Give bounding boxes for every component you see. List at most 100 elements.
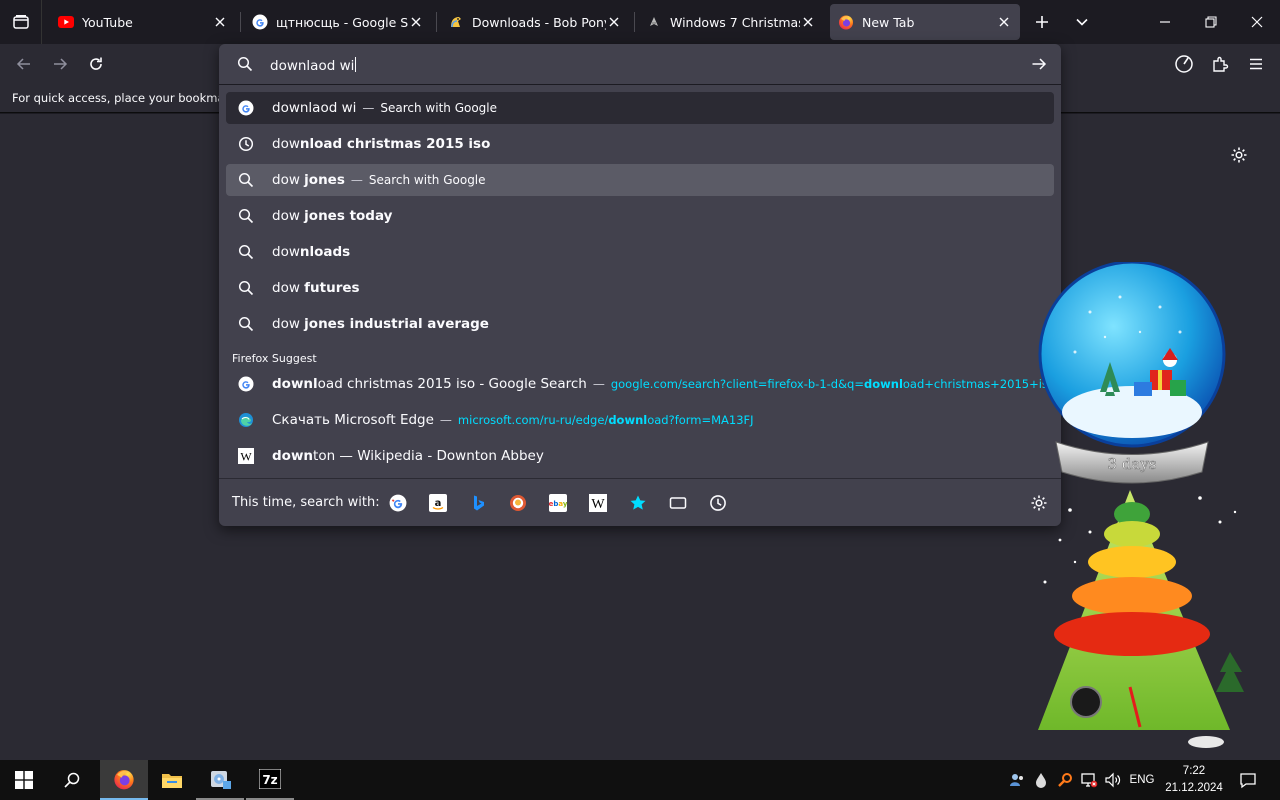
suggestion-row[interactable]: dow futures xyxy=(226,272,1054,304)
search-button[interactable] xyxy=(48,760,96,800)
start-button[interactable] xyxy=(0,760,48,800)
action-center-button[interactable] xyxy=(1232,760,1264,800)
ebay-icon[interactable]: ebay xyxy=(548,493,568,513)
tab-title: New Tab xyxy=(862,14,915,30)
tab-new-tab[interactable]: New Tab xyxy=(830,4,1020,40)
minimize-button[interactable] xyxy=(1149,6,1181,38)
history-icon[interactable] xyxy=(708,493,728,513)
suggest-item[interactable]: Скачать Microsoft Edge — microsoft.com/r… xyxy=(226,404,1054,436)
search-icon xyxy=(237,56,253,76)
tab-title: Windows 7 Christmas Edition xyxy=(670,14,800,30)
firefox-suggest-label: Firefox Suggest xyxy=(232,352,317,365)
suggestion-row[interactable]: download christmas 2015 iso xyxy=(226,128,1054,160)
taskbar-7zip[interactable]: 7z xyxy=(246,760,294,800)
search-icon xyxy=(237,171,255,189)
bobpony-icon xyxy=(448,14,464,30)
close-tab-icon[interactable] xyxy=(408,14,424,30)
tray-network-users-icon[interactable] xyxy=(1006,760,1028,800)
suggestion-row[interactable]: downloads xyxy=(226,236,1054,268)
suggestion-row[interactable]: dow jones today xyxy=(226,200,1054,232)
svg-text:a: a xyxy=(435,498,442,509)
duckduckgo-icon[interactable] xyxy=(508,493,528,513)
firefox-icon xyxy=(838,14,854,30)
tab-strip: YouTube щтнюсщь - Google Search Download… xyxy=(0,0,1280,44)
tab-downloads-bob-pony[interactable]: Downloads - Bob Pony xyxy=(440,4,630,40)
amazon-icon[interactable]: a xyxy=(428,493,448,513)
one-off-label: This time, search with: xyxy=(232,495,380,510)
forward-button[interactable] xyxy=(44,48,76,80)
reload-button[interactable] xyxy=(80,48,112,80)
back-button[interactable] xyxy=(8,48,40,80)
search-icon xyxy=(237,315,255,333)
wikipedia-icon[interactable]: W xyxy=(588,493,608,513)
close-icon xyxy=(1251,16,1263,28)
google-icon[interactable] xyxy=(388,493,408,513)
youtube-icon xyxy=(58,14,74,30)
svg-text:7z: 7z xyxy=(262,773,277,787)
urlbar-dropdown: downlaod wi downlaod wi — Search with Goo… xyxy=(219,44,1061,526)
arrow-left-icon xyxy=(16,58,30,70)
tab-title: YouTube xyxy=(82,14,133,30)
tray-language-indicator[interactable]: ENG xyxy=(1126,760,1158,800)
close-window-button[interactable] xyxy=(1241,6,1273,38)
close-tab-icon[interactable] xyxy=(996,14,1012,30)
suggestion-row[interactable]: dow jones — Search with Google xyxy=(226,164,1054,196)
taskbar-file-explorer[interactable] xyxy=(148,760,196,800)
restore-button[interactable] xyxy=(1195,6,1227,38)
bookmarks-star-icon[interactable] xyxy=(628,493,648,513)
one-off-search-bar: This time, search with: a ebay W xyxy=(219,478,1061,526)
history-icon xyxy=(237,135,255,153)
christmas-countdown-widget[interactable]: 3 days xyxy=(1030,260,1260,758)
taskbar-clock[interactable]: 7:22 21.12.2024 xyxy=(1160,763,1228,797)
tabs-icon[interactable] xyxy=(668,493,688,513)
taskbar-firefox[interactable] xyxy=(100,760,148,800)
firefox-view-icon xyxy=(12,15,29,29)
all-tabs-button[interactable] xyxy=(1066,6,1098,38)
bing-icon[interactable] xyxy=(468,493,488,513)
newtab-settings-button[interactable] xyxy=(1228,144,1250,166)
tab-google-search[interactable]: щтнюсщь - Google Search xyxy=(244,4,432,40)
taskbar-app-installer[interactable] xyxy=(196,760,244,800)
chevron-down-icon xyxy=(1076,18,1088,26)
search-icon xyxy=(237,207,255,225)
tab-separator xyxy=(436,12,437,32)
edge-icon xyxy=(237,411,255,429)
performance-button[interactable] xyxy=(1168,48,1200,80)
new-tab-button[interactable] xyxy=(1026,6,1058,38)
firefox-icon xyxy=(114,770,134,790)
reload-icon xyxy=(90,57,102,70)
urlbar-divider xyxy=(219,84,1061,85)
close-tab-icon[interactable] xyxy=(212,14,228,30)
menu-button[interactable] xyxy=(1240,48,1272,80)
go-button[interactable] xyxy=(1027,52,1051,76)
tab-separator xyxy=(240,12,241,32)
tray-network-icon[interactable] xyxy=(1078,760,1100,800)
wikipedia-icon: W xyxy=(237,447,255,465)
restore-icon xyxy=(1205,16,1217,28)
close-tab-icon[interactable] xyxy=(800,14,816,30)
urlbar-input-row[interactable]: downlaod wi xyxy=(219,44,1061,84)
list-all-tabs-button[interactable] xyxy=(0,0,42,44)
tray-search-tool-icon[interactable] xyxy=(1054,760,1076,800)
tray-volume-icon[interactable] xyxy=(1102,760,1124,800)
taskbar: 7z ENG 7:22 21.12.2024 xyxy=(0,760,1280,800)
tab-windows7-christmas[interactable]: Windows 7 Christmas Edition xyxy=(638,4,824,40)
hamburger-icon xyxy=(1250,58,1262,70)
urlbar-input[interactable]: downlaod wi xyxy=(270,57,357,74)
arrow-right-icon xyxy=(54,58,68,70)
tab-youtube[interactable]: YouTube xyxy=(50,4,236,40)
suggestion-row[interactable]: dow jones industrial average xyxy=(226,308,1054,340)
search-icon xyxy=(237,243,255,261)
tray-drop-icon[interactable] xyxy=(1030,760,1052,800)
close-tab-icon[interactable] xyxy=(606,14,622,30)
suggest-item[interactable]: W downton — Wikipedia - Downton Abbey xyxy=(226,440,1054,472)
tab-title: щтнюсщь - Google Search xyxy=(276,14,408,30)
suggest-item[interactable]: download christmas 2015 iso - Google Sea… xyxy=(226,368,1055,400)
search-icon xyxy=(64,772,80,788)
suggestion-row[interactable]: downlaod wi — Search with Google xyxy=(226,92,1054,124)
arrow-right-icon xyxy=(1032,58,1047,70)
gear-icon xyxy=(1231,147,1247,163)
extensions-button[interactable] xyxy=(1204,48,1236,80)
folder-icon xyxy=(162,774,182,788)
svg-text:W: W xyxy=(591,497,605,512)
